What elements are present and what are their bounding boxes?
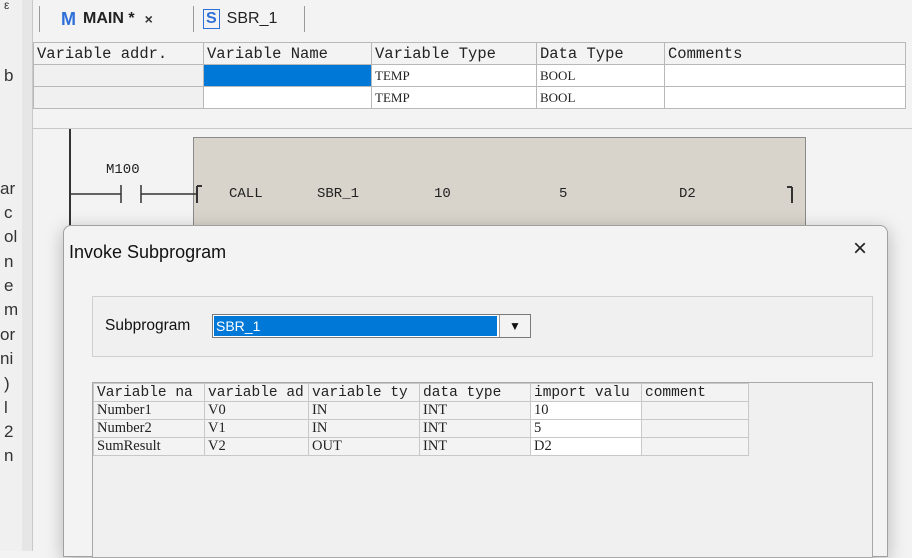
variable-addr-cell[interactable] [33, 64, 204, 87]
left-panel-glyph: m [4, 300, 19, 319]
call-arg: D2 [679, 186, 696, 202]
left-panel-glyph: ) [4, 374, 10, 393]
tab-divider [39, 6, 40, 32]
column-header[interactable]: Variable addr. [33, 42, 204, 65]
table-row[interactable]: TEMP BOOL [33, 86, 906, 109]
left-panel-glyph: b [4, 66, 14, 85]
tab-sbr-1[interactable]: S SBR_1 [203, 6, 277, 32]
import-value-input[interactable]: 10 [530, 401, 642, 420]
left-panel-glyph: 2 [4, 422, 14, 441]
subprogram-group: Subprogram SBR_1 ▼ [92, 296, 873, 357]
tab-sbr-1-label: SBR_1 [226, 10, 278, 27]
invoke-subprogram-dialog: Invoke Subprogram × Subprogram SBR_1 ▼ V… [63, 225, 888, 558]
comments-cell[interactable] [664, 64, 906, 87]
left-panel-glyph: ar [0, 179, 16, 198]
call-arg: 5 [559, 186, 568, 202]
subprogram-selected-value[interactable]: SBR_1 [214, 316, 497, 336]
left-panel-glyph: n [4, 446, 14, 465]
variable-name-cell[interactable] [203, 86, 372, 109]
param-comment-cell[interactable] [641, 401, 749, 420]
table-row[interactable]: TEMP BOOL [33, 64, 906, 87]
dialog-title: Invoke Subprogram [69, 242, 227, 262]
data-type-cell[interactable]: BOOL [536, 64, 665, 87]
tab-close-icon[interactable]: × [145, 11, 153, 27]
call-instruction: CALL [229, 186, 263, 202]
param-name-cell: Number2 [93, 419, 205, 438]
table-row[interactable]: SumResult V2 OUT INT D2 [93, 437, 749, 456]
data-type-cell[interactable]: BOOL [536, 86, 665, 109]
param-addr-cell: V2 [204, 437, 309, 456]
call-close-bracket [787, 186, 793, 203]
left-panel-glyph: l [4, 398, 8, 417]
ladder-main-icon: M [61, 8, 76, 29]
subroutine-icon: S [203, 9, 220, 29]
left-panel-glyph: ε [4, 0, 10, 12]
param-vtype-cell: IN [308, 419, 420, 438]
column-header[interactable]: import valu [530, 383, 642, 402]
dropdown-arrow-icon[interactable]: ▼ [499, 315, 530, 337]
column-header[interactable]: data type [419, 383, 531, 402]
left-panel-glyph: ni [0, 349, 14, 368]
tab-bar: M MAIN * × S SBR_1 [33, 0, 912, 36]
call-instruction-box[interactable] [193, 137, 806, 239]
param-name-cell: SumResult [93, 437, 205, 456]
param-vtype-cell: IN [308, 401, 420, 420]
param-dtype-cell: INT [419, 437, 531, 456]
close-icon[interactable]: × [845, 234, 875, 264]
column-header[interactable]: Comments [664, 42, 906, 65]
variable-table-header: Variable addr. Variable Name Variable Ty… [33, 42, 906, 65]
column-header[interactable]: variable ad [204, 383, 309, 402]
column-header[interactable]: Variable na [93, 383, 205, 402]
variable-name-cell[interactable] [203, 64, 372, 87]
table-row[interactable]: Number2 V1 IN INT 5 [93, 419, 749, 438]
left-panel-glyph: n [4, 252, 14, 271]
left-panel: ε b ar c ol n e m or ni ) l 2 n [0, 0, 23, 551]
parameter-grid: Variable na variable ad variable ty data… [92, 382, 873, 558]
parameter-table-header: Variable na variable ad variable ty data… [93, 383, 749, 402]
left-panel-glyph: c [4, 203, 13, 222]
column-header[interactable]: Variable Name [203, 42, 372, 65]
call-arg: 10 [434, 186, 451, 202]
subprogram-label: Subprogram [105, 317, 191, 334]
param-dtype-cell: INT [419, 419, 531, 438]
subprogram-select[interactable]: SBR_1 ▼ [212, 314, 531, 338]
parameter-table: Variable na variable ad variable ty data… [93, 383, 749, 456]
variable-addr-cell[interactable] [33, 86, 204, 109]
column-header[interactable]: variable ty [308, 383, 420, 402]
left-panel-glyph: e [4, 276, 14, 295]
comments-cell[interactable] [664, 86, 906, 109]
tab-main-label: MAIN * [83, 10, 135, 27]
left-panel-glyph: or [0, 325, 16, 344]
param-comment-cell[interactable] [641, 419, 749, 438]
variable-type-cell[interactable]: TEMP [371, 86, 537, 109]
tab-main[interactable]: M MAIN * × [61, 6, 153, 32]
param-vtype-cell: OUT [308, 437, 420, 456]
left-panel-glyph: ol [4, 227, 18, 246]
tab-divider [193, 6, 194, 32]
param-comment-cell[interactable] [641, 437, 749, 456]
table-row[interactable]: Number1 V0 IN INT 10 [93, 401, 749, 420]
param-addr-cell: V0 [204, 401, 309, 420]
ladder-contact[interactable] [69, 179, 209, 209]
contact-label: M100 [106, 162, 140, 178]
import-value-input[interactable]: D2 [530, 437, 642, 456]
import-value-input[interactable]: 5 [530, 419, 642, 438]
param-dtype-cell: INT [419, 401, 531, 420]
column-header[interactable]: Variable Type [371, 42, 537, 65]
column-header[interactable]: Data Type [536, 42, 665, 65]
call-target: SBR_1 [317, 186, 360, 202]
column-header[interactable]: comment [641, 383, 749, 402]
param-addr-cell: V1 [204, 419, 309, 438]
variable-type-cell[interactable]: TEMP [371, 64, 537, 87]
tab-divider [304, 6, 305, 32]
variable-table: Variable addr. Variable Name Variable Ty… [33, 42, 906, 109]
panel-splitter[interactable] [22, 0, 33, 551]
param-name-cell: Number1 [93, 401, 205, 420]
